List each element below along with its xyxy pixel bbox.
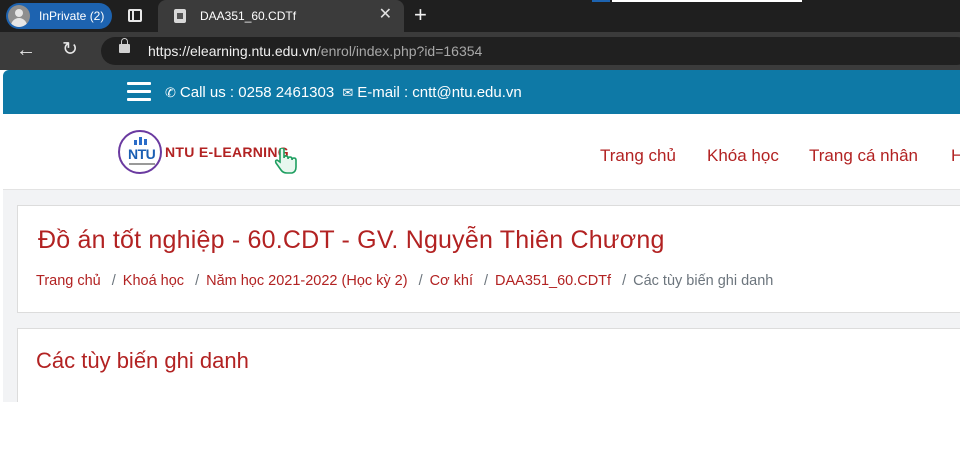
- section-title: Các tùy biến ghi danh: [36, 348, 249, 373]
- nav-profile[interactable]: Trang cá nhân: [809, 146, 918, 166]
- tab-strip-highlight-2: [612, 0, 802, 2]
- email-text: E-mail : cntt@ntu.edu.vn: [357, 84, 522, 101]
- breadcrumb-separator: /: [622, 273, 627, 289]
- site-logo[interactable]: NTU NTU E-LEARNING: [118, 130, 300, 176]
- breadcrumb-courses[interactable]: Khoá học: [123, 273, 184, 289]
- inprivate-profile-button[interactable]: InPrivate (2): [6, 3, 112, 29]
- breadcrumb-separator: /: [418, 273, 423, 289]
- url-path: /enrol/index.php?id=16354: [316, 43, 483, 59]
- logo-emblem: NTU: [118, 130, 162, 174]
- pointing-hand-icon: [274, 148, 297, 174]
- breadcrumb-year[interactable]: Năm học 2021-2022 (Học kỳ 2): [206, 273, 408, 289]
- tab-close-icon[interactable]: ✕: [379, 7, 392, 23]
- breadcrumb-separator: /: [483, 273, 489, 289]
- breadcrumb-separator: /: [195, 273, 200, 289]
- breadcrumb: Trang chủ / Khoá học / Năm học 2021-2022 (Họ…: [36, 273, 773, 289]
- breadcrumb-department[interactable]: Cơ khí: [430, 273, 473, 289]
- url-text[interactable]: https://elearning.ntu.edu.vn/enrol/index…: [148, 43, 482, 59]
- page-bottom-blank: [0, 402, 960, 460]
- url-host: https://elearning.ntu.edu.vn: [148, 43, 317, 59]
- inprivate-label: InPrivate (2): [39, 9, 105, 23]
- logo-text: NTU E-LEARNING: [165, 144, 289, 160]
- breadcrumb-current: Các tùy biến ghi danh: [633, 273, 774, 289]
- back-arrow-icon[interactable]: ←: [16, 40, 36, 60]
- tab-favicon-icon: [174, 9, 186, 23]
- new-tab-icon[interactable]: +: [414, 4, 427, 26]
- nav-home[interactable]: Trang chủ: [600, 146, 676, 166]
- logo-emblem-text: NTU: [128, 146, 156, 162]
- lock-icon[interactable]: [119, 38, 130, 53]
- nav-courses[interactable]: Khóa học: [707, 146, 779, 166]
- contact-info: ✆ Call us : 0258 2461303 ✉ E-mail : cntt@n…: [165, 84, 522, 101]
- reload-icon[interactable]: ↻: [62, 40, 78, 60]
- breadcrumb-separator: /: [111, 273, 116, 289]
- nav-help[interactable]: H: [951, 146, 960, 166]
- page-title: Đồ án tốt nghiệp - 60.CDT - GV. Nguyễn T…: [38, 226, 665, 254]
- tab-actions-icon[interactable]: [128, 9, 142, 22]
- browser-tab-strip: [0, 0, 960, 32]
- hamburger-menu-icon[interactable]: [127, 82, 151, 102]
- phone-text: Call us : 0258 2461303: [179, 84, 335, 101]
- breadcrumb-course[interactable]: DAA351_60.CDTf: [495, 273, 611, 289]
- tab-title: DAA351_60.CDTf: [200, 9, 297, 23]
- tab-strip-highlight: [592, 0, 610, 2]
- browser-tab-active[interactable]: DAA351_60.CDTf ✕: [158, 0, 404, 32]
- email-icon: ✉: [342, 85, 354, 100]
- breadcrumb-home[interactable]: Trang chủ: [36, 273, 101, 289]
- profile-avatar-icon: [8, 5, 30, 27]
- course-header-card: [17, 205, 960, 313]
- phone-icon: ✆: [165, 85, 176, 100]
